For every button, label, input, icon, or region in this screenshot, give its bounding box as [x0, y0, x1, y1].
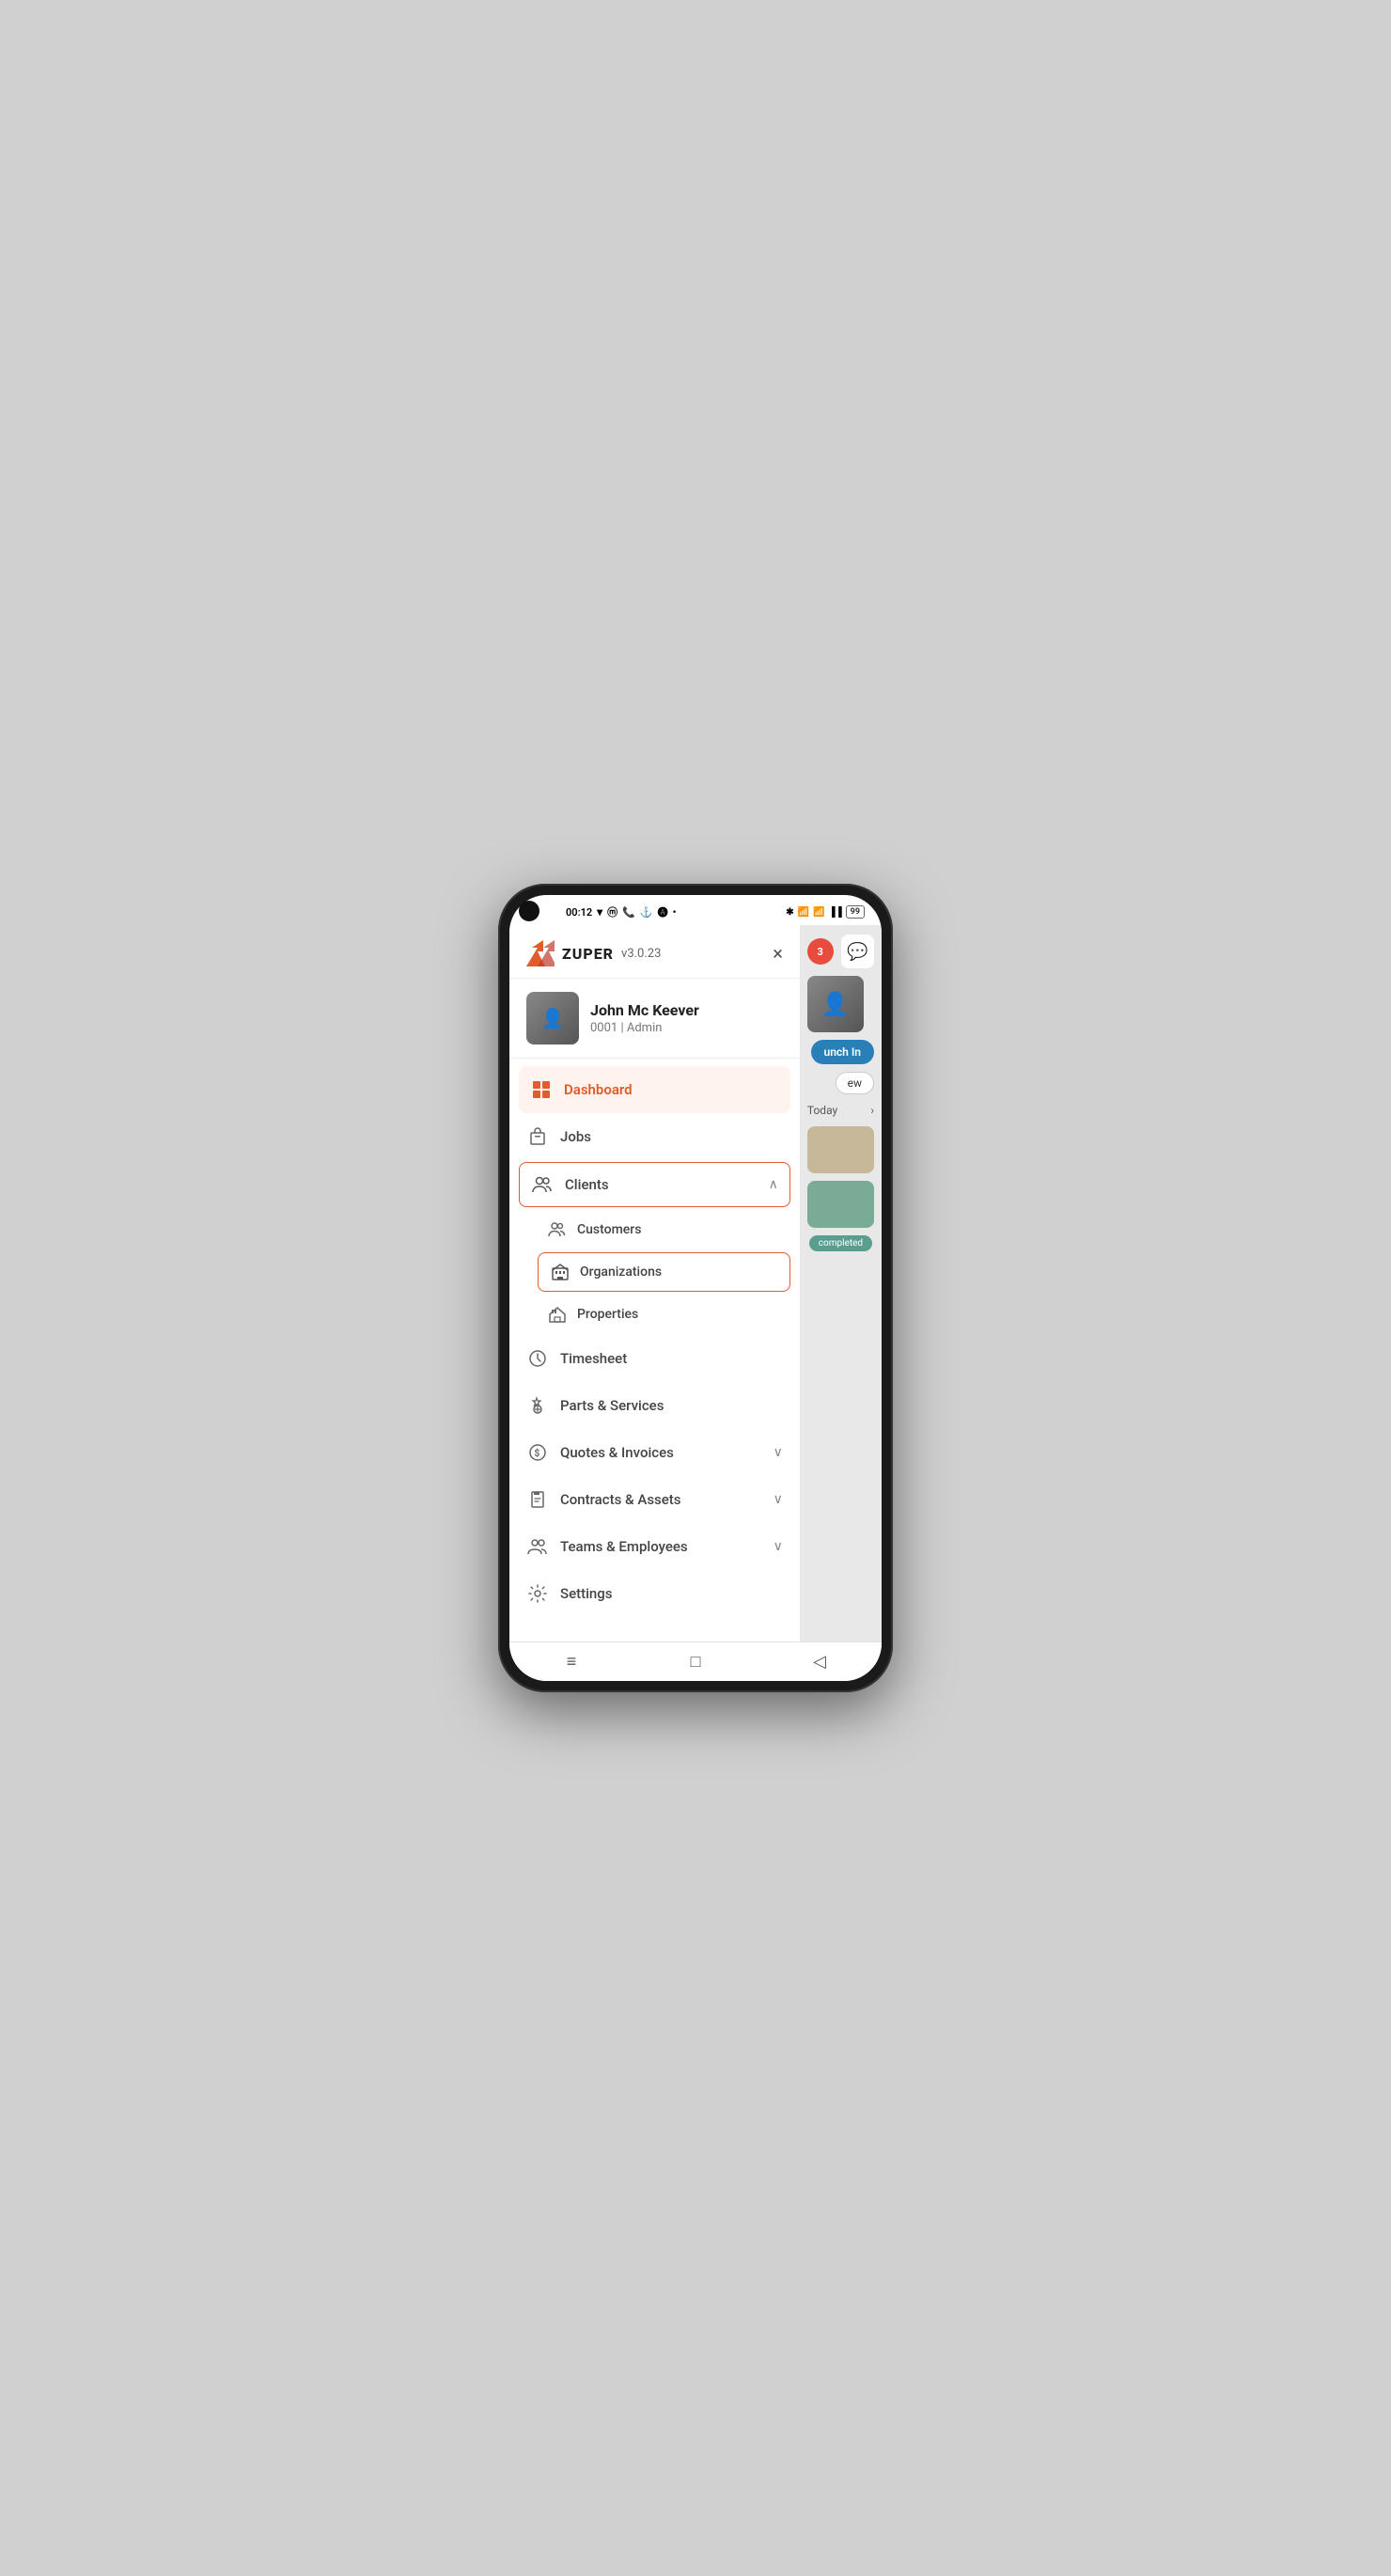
customers-label: Customers: [577, 1222, 641, 1237]
quotes-invoices-icon: $: [526, 1441, 549, 1464]
sidebar-item-dashboard[interactable]: Dashboard: [519, 1066, 790, 1113]
status-bar: 00:12 ▾ ⓜ 📞 ⚓ 🅐 • ✱ 📶 📶 ▐▐ 99: [509, 895, 882, 925]
behind-panel: 3 💬 👤 unch In ew Today ›: [800, 925, 882, 1641]
notification-badge: 3: [807, 938, 834, 965]
contracts-chevron-down-icon: ∨: [774, 1492, 783, 1507]
navigation-drawer: ZUPER v3.0.23 × 👤 John Mc Keever 0001: [509, 925, 800, 1641]
contracts-assets-label: Contracts & Assets: [560, 1491, 774, 1508]
status-left: 00:12 ▾ ⓜ 📞 ⚓ 🅐 •: [566, 904, 676, 919]
parts-services-icon: [526, 1394, 549, 1417]
home-icon: □: [691, 1652, 701, 1672]
drawer-header: ZUPER v3.0.23 ×: [509, 925, 800, 979]
menu-button[interactable]: ≡: [555, 1645, 588, 1679]
user-id: 0001: [590, 1021, 617, 1035]
sidebar-item-settings[interactable]: Settings: [509, 1570, 800, 1617]
timesheet-label: Timesheet: [560, 1350, 783, 1367]
user-role: Admin: [627, 1021, 663, 1035]
signal-icon-2: 📶: [813, 907, 824, 918]
dot-icon: •: [673, 906, 677, 919]
settings-icon: [526, 1582, 549, 1605]
zuper-wordmark: ZUPER: [562, 945, 614, 963]
today-row: Today ›: [807, 1102, 874, 1119]
phone-screen: 00:12 ▾ ⓜ 📞 ⚓ 🅐 • ✱ 📶 📶 ▐▐ 99: [509, 895, 882, 1681]
organizations-icon: [550, 1262, 570, 1282]
messenger-icon: ⓜ: [607, 904, 617, 919]
phone-frame: 00:12 ▾ ⓜ 📞 ⚓ 🅐 • ✱ 📶 📶 ▐▐ 99: [498, 884, 893, 1692]
user-meta: 0001 | Admin: [590, 1021, 699, 1035]
organizations-label: Organizations: [580, 1264, 662, 1280]
close-button[interactable]: ×: [773, 942, 783, 965]
bottom-bar: ≡ □ ◁: [509, 1641, 882, 1681]
dashboard-label: Dashboard: [564, 1081, 779, 1098]
punch-in-button[interactable]: unch In: [811, 1040, 875, 1064]
today-label: Today: [807, 1104, 837, 1117]
maps-icon: 🅐: [658, 904, 668, 919]
user-details: John Mc Keever 0001 | Admin: [590, 1001, 699, 1035]
avatar: 👤: [526, 992, 579, 1045]
customers-icon: [547, 1219, 568, 1240]
bluetooth-icon: ✱: [786, 907, 793, 918]
phone-icon: 📞: [622, 906, 635, 919]
drawer-logo: ZUPER v3.0.23: [526, 940, 661, 966]
back-button[interactable]: ◁: [803, 1645, 836, 1679]
sidebar-item-timesheet[interactable]: Timesheet: [509, 1335, 800, 1382]
behind-top: 3 💬: [807, 935, 874, 968]
teams-chevron-down-icon: ∨: [774, 1539, 783, 1554]
properties-icon: [547, 1304, 568, 1325]
punch-in-area: unch In: [807, 1040, 874, 1064]
app-version: v3.0.23: [621, 947, 661, 961]
parts-services-label: Parts & Services: [560, 1397, 783, 1414]
user-avatar-small: 👤: [807, 976, 864, 1032]
status-right: ✱ 📶 📶 ▐▐ 99: [786, 905, 865, 919]
sidebar-item-organizations[interactable]: Organizations: [538, 1252, 790, 1292]
camera: [519, 901, 539, 921]
jobs-label: Jobs: [560, 1128, 783, 1145]
clients-chevron-up-icon: ∧: [769, 1177, 778, 1192]
wifi-icon: 📶: [798, 907, 809, 918]
content-area: ZUPER v3.0.23 × 👤 John Mc Keever 0001: [509, 925, 882, 1641]
color-block-green: [807, 1181, 874, 1228]
today-arrow: ›: [870, 1104, 874, 1117]
teams-employees-icon: [526, 1535, 549, 1558]
sidebar-item-contracts-assets[interactable]: Contracts & Assets ∨: [509, 1476, 800, 1523]
completed-area: completed: [807, 1235, 874, 1251]
back-icon: ◁: [813, 1652, 826, 1672]
svg-text:$: $: [535, 1447, 540, 1459]
zuper-logo-icon: [526, 940, 555, 966]
clients-label: Clients: [565, 1176, 769, 1193]
clients-icon: [531, 1173, 554, 1196]
dashboard-icon: [530, 1078, 553, 1101]
jobs-icon: [526, 1125, 549, 1148]
sidebar-item-properties[interactable]: Properties: [509, 1294, 800, 1335]
new-button[interactable]: ew: [836, 1072, 874, 1094]
settings-label: Settings: [560, 1585, 783, 1602]
signal-icon-1: ▾: [597, 905, 602, 919]
contracts-assets-icon: [526, 1488, 549, 1511]
sidebar-item-teams-employees[interactable]: Teams & Employees ∨: [509, 1523, 800, 1570]
sidebar-item-jobs[interactable]: Jobs: [509, 1113, 800, 1160]
sidebar-item-quotes-invoices[interactable]: $ Quotes & Invoices ∨: [509, 1429, 800, 1476]
user-name: John Mc Keever: [590, 1001, 699, 1019]
battery-display: 99: [846, 905, 865, 919]
cast-icon: ⚓: [640, 906, 653, 919]
properties-label: Properties: [577, 1307, 638, 1322]
sidebar-item-clients[interactable]: Clients ∧: [519, 1162, 790, 1207]
chat-icon: 💬: [847, 942, 867, 962]
new-area: ew: [807, 1072, 874, 1094]
sidebar-item-customers[interactable]: Customers: [509, 1209, 800, 1250]
time-display: 00:12: [566, 906, 592, 919]
home-button[interactable]: □: [679, 1645, 712, 1679]
nav-section: Dashboard Jobs: [509, 1059, 800, 1625]
chat-icon-box: 💬: [841, 935, 875, 968]
color-block-tan: [807, 1126, 874, 1173]
user-info: 👤 John Mc Keever 0001 | Admin: [509, 979, 800, 1059]
teams-employees-label: Teams & Employees: [560, 1538, 774, 1555]
bars-icon: ▐▐: [829, 907, 842, 918]
completed-badge: completed: [809, 1235, 872, 1251]
sidebar-item-parts-services[interactable]: Parts & Services: [509, 1382, 800, 1429]
hamburger-icon: ≡: [567, 1652, 577, 1672]
timesheet-icon: [526, 1347, 549, 1370]
quotes-chevron-down-icon: ∨: [774, 1445, 783, 1460]
quotes-invoices-label: Quotes & Invoices: [560, 1444, 774, 1461]
